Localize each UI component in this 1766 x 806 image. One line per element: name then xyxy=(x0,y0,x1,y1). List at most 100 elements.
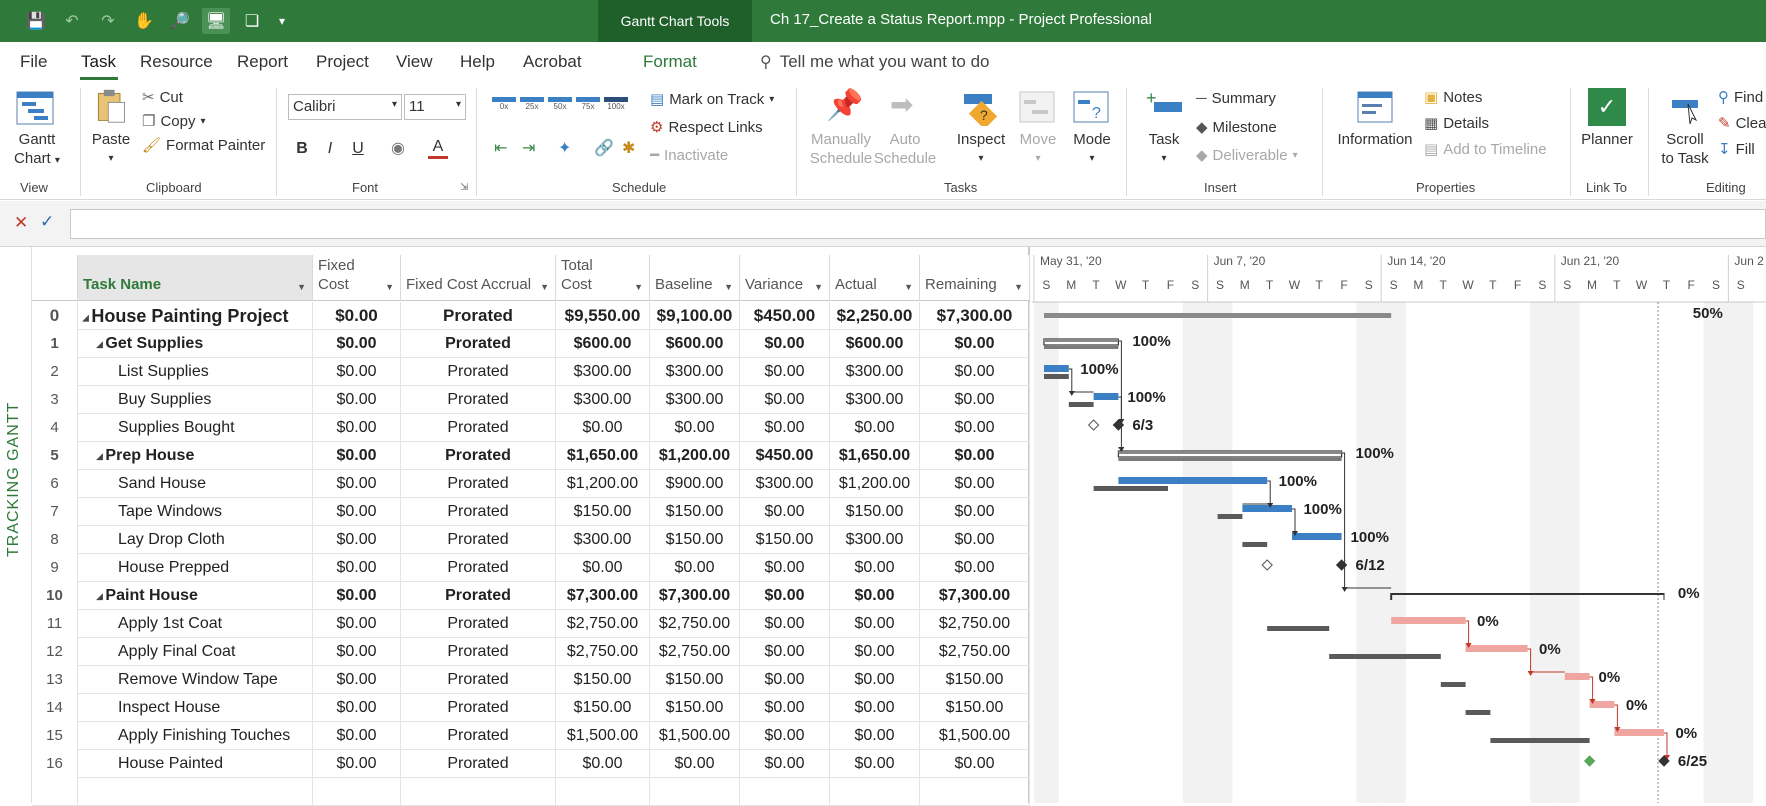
remaining-cell[interactable]: $7,300.00 xyxy=(920,302,1030,330)
fixed-cell[interactable]: $0.00 xyxy=(313,414,401,442)
split-task-icon[interactable]: ✦ xyxy=(558,138,571,158)
task-name-cell[interactable]: Apply Final Coat xyxy=(78,638,313,666)
insert-milestone-button[interactable]: ◆ Milestone xyxy=(1196,118,1277,137)
clear-button[interactable]: ✎Clear xyxy=(1718,114,1766,133)
baseline-cell[interactable]: $1,200.00 xyxy=(650,442,740,470)
variance-cell[interactable]: $450.00 xyxy=(740,302,830,330)
font-family-select[interactable]: Calibri ▾ xyxy=(288,94,402,120)
actual-cell[interactable]: $0.00 xyxy=(830,582,920,610)
variance-cell[interactable]: $150.00 xyxy=(740,526,830,554)
total-cell[interactable]: $0.00 xyxy=(556,414,650,442)
task-row[interactable]: 11 Apply 1st Coat $0.00 Prorated $2,750.00 $2… xyxy=(32,610,1030,638)
total-cell[interactable]: $0.00 xyxy=(556,750,650,778)
variance-cell[interactable]: $0.00 xyxy=(740,694,830,722)
accept-entry-icon[interactable]: ✓ xyxy=(40,212,54,232)
task-bar-complete[interactable] xyxy=(1093,393,1119,400)
variance-cell[interactable]: $0.00 xyxy=(740,498,830,526)
copy-button[interactable]: ❐ Copy ▾ xyxy=(142,112,206,131)
task-row[interactable]: 8 Lay Drop Cloth $0.00 Prorated $300.00 $150.… xyxy=(32,526,1030,554)
task-bar-complete[interactable] xyxy=(1044,365,1069,372)
baseline-cell[interactable]: $2,750.00 xyxy=(650,638,740,666)
actual-cell[interactable]: $2,250.00 xyxy=(830,302,920,330)
total-cell[interactable]: $150.00 xyxy=(556,498,650,526)
fixed-cell[interactable]: $0.00 xyxy=(313,610,401,638)
task-name-cell[interactable]: ◢ Prep House xyxy=(78,442,313,470)
pct-0-button[interactable]: 0x xyxy=(492,94,516,114)
variance-cell[interactable]: $0.00 xyxy=(740,638,830,666)
actual-cell[interactable]: $600.00 xyxy=(830,330,920,358)
cancel-entry-icon[interactable]: ✕ xyxy=(14,213,28,233)
cut-button[interactable]: ✂ Cut xyxy=(142,88,183,107)
filter-arrow-icon[interactable]: ▼ xyxy=(724,282,733,292)
task-bar-complete[interactable] xyxy=(1242,505,1292,512)
fixed-cell[interactable]: $0.00 xyxy=(313,694,401,722)
task-name-cell[interactable]: Apply 1st Coat xyxy=(78,610,313,638)
summary-task-row[interactable]: 0 ◢ House Painting Project $0.00 Prorated $9… xyxy=(32,302,1030,330)
header-actual[interactable]: Actual ▼ xyxy=(830,255,920,301)
actual-cell[interactable]: $300.00 xyxy=(830,358,920,386)
inactivate-button[interactable]: ━ Inactivate xyxy=(650,146,728,165)
accrual-cell[interactable]: Prorated xyxy=(401,386,556,414)
accrual-cell[interactable]: Prorated xyxy=(401,610,556,638)
fixed-cell[interactable]: $0.00 xyxy=(313,666,401,694)
pct-100-button[interactable]: 100x xyxy=(604,94,628,114)
summary-bar[interactable] xyxy=(1391,593,1664,595)
task-row[interactable]: 14 Inspect House $0.00 Prorated $150.00 $150.… xyxy=(32,694,1030,722)
remaining-cell[interactable]: $0.00 xyxy=(920,526,1030,554)
baseline-cell[interactable]: $1,500.00 xyxy=(650,722,740,750)
task-name-cell[interactable]: Tape Windows xyxy=(78,498,313,526)
remaining-cell[interactable]: $2,750.00 xyxy=(920,610,1030,638)
task-row[interactable]: 15 Apply Finishing Touches $0.00 Prorated $1… xyxy=(32,722,1030,750)
link-tasks-icon[interactable]: 🔗 xyxy=(594,138,614,158)
baseline-cell[interactable]: $600.00 xyxy=(650,330,740,358)
font-size-select[interactable]: 11 ▾ xyxy=(404,94,466,120)
variance-cell[interactable]: $0.00 xyxy=(740,582,830,610)
tell-me-box[interactable]: ⚲ Tell me what you want to do xyxy=(760,52,990,72)
actual-cell[interactable]: $300.00 xyxy=(830,386,920,414)
task-row[interactable]: 2 List Supplies $0.00 Prorated $300.00 $300.0… xyxy=(32,358,1030,386)
header-fixed-cost[interactable]: Fixed Cost ▼ xyxy=(313,255,401,301)
accrual-cell[interactable]: Prorated xyxy=(401,526,556,554)
notes-button[interactable]: ▣ Notes xyxy=(1424,88,1482,107)
actual-cell[interactable]: $1,650.00 xyxy=(830,442,920,470)
remaining-cell[interactable]: $7,300.00 xyxy=(920,582,1030,610)
find-button[interactable]: ⚲ Find xyxy=(1718,88,1763,107)
dialog-launcher-icon[interactable]: ⇲ xyxy=(460,182,468,193)
actual-cell[interactable]: $0.00 xyxy=(830,750,920,778)
task-bar-complete[interactable] xyxy=(1118,477,1268,484)
task-name-cell[interactable]: ◢ Paint House xyxy=(78,582,313,610)
remaining-cell[interactable]: $0.00 xyxy=(920,386,1030,414)
task-name-cell[interactable]: Remove Window Tape xyxy=(78,666,313,694)
filter-arrow-icon[interactable]: ▼ xyxy=(814,282,823,292)
task-name-cell[interactable]: Apply Finishing Touches xyxy=(78,722,313,750)
variance-cell[interactable]: $0.00 xyxy=(740,358,830,386)
actual-cell[interactable]: $0.00 xyxy=(830,638,920,666)
accrual-cell[interactable]: Prorated xyxy=(401,358,556,386)
header-task-name[interactable]: Task Name ▼ xyxy=(78,255,313,301)
task-name-cell[interactable]: House Prepped xyxy=(78,554,313,582)
fixed-cell[interactable]: $0.00 xyxy=(313,722,401,750)
baseline-cell[interactable]: $2,750.00 xyxy=(650,610,740,638)
accrual-cell[interactable]: Prorated xyxy=(401,750,556,778)
task-name-cell[interactable]: Buy Supplies xyxy=(78,386,313,414)
font-color-icon[interactable]: A xyxy=(428,138,448,159)
remaining-cell[interactable]: $0.00 xyxy=(920,414,1030,442)
total-cell[interactable]: $600.00 xyxy=(556,330,650,358)
fixed-cell[interactable]: $0.00 xyxy=(313,302,401,330)
variance-cell[interactable]: $300.00 xyxy=(740,470,830,498)
baseline-cell[interactable]: $300.00 xyxy=(650,358,740,386)
actual-cell[interactable]: $150.00 xyxy=(830,498,920,526)
insert-summary-button[interactable]: ─ Summary xyxy=(1196,90,1276,107)
task-name-cell[interactable]: Sand House xyxy=(78,470,313,498)
actual-cell[interactable]: $0.00 xyxy=(830,554,920,582)
total-cell[interactable]: $150.00 xyxy=(556,694,650,722)
baseline-cell[interactable]: $300.00 xyxy=(650,386,740,414)
variance-cell[interactable]: $0.00 xyxy=(740,414,830,442)
total-cell[interactable]: $2,750.00 xyxy=(556,638,650,666)
actual-cell[interactable]: $300.00 xyxy=(830,526,920,554)
baseline-cell[interactable]: $9,100.00 xyxy=(650,302,740,330)
empty-cell[interactable] xyxy=(401,778,556,806)
actual-cell[interactable]: $1,200.00 xyxy=(830,470,920,498)
customize-qat-icon[interactable]: ▾ xyxy=(268,8,296,34)
empty-cell[interactable] xyxy=(313,778,401,806)
